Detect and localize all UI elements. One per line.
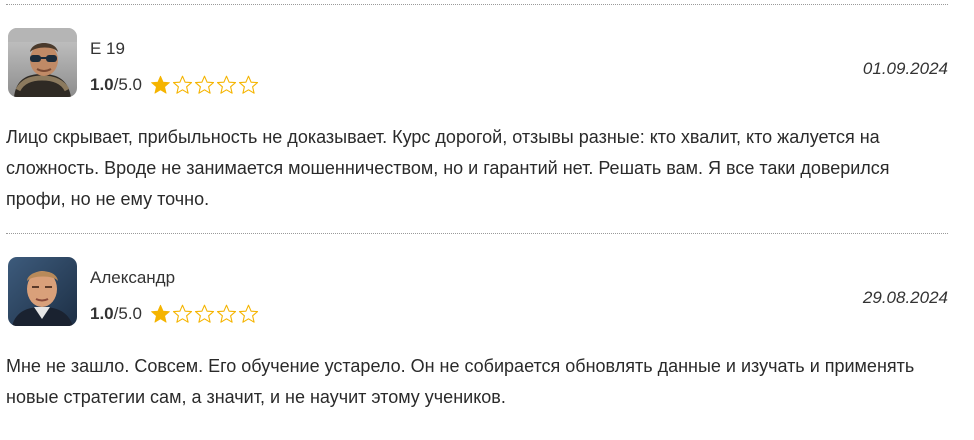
review-item: Александр 1.0/5.0 29.08.2024 Мне не зашл… bbox=[6, 233, 948, 434]
star-empty-icon bbox=[216, 75, 237, 94]
review-date: 01.09.2024 bbox=[862, 59, 948, 78]
user-photo-man-icon bbox=[8, 257, 77, 326]
rating: 1.0/5.0 bbox=[90, 75, 259, 95]
star-empty-icon bbox=[172, 304, 193, 323]
author-name: E 19 bbox=[90, 39, 125, 58]
author-name: Александр bbox=[90, 268, 176, 287]
star-empty-icon bbox=[238, 304, 259, 323]
star-empty-icon bbox=[194, 75, 215, 94]
star-filled-icon bbox=[151, 304, 170, 323]
star-rating bbox=[150, 75, 259, 95]
star-filled-icon bbox=[151, 75, 170, 94]
rating-max: /5.0 bbox=[113, 75, 142, 94]
star-empty-icon bbox=[216, 304, 237, 323]
reviews-list: E 19 1.0/5.0 01.09.2024 Лицо скрывает, п… bbox=[6, 0, 948, 434]
review-date: 29.08.2024 bbox=[862, 288, 948, 307]
star-rating bbox=[150, 304, 259, 324]
rating: 1.0/5.0 bbox=[90, 304, 259, 324]
star-empty-icon bbox=[172, 75, 193, 94]
rating-score: 1.0 bbox=[90, 304, 114, 323]
avatar bbox=[8, 257, 77, 326]
review-text: Лицо скрывает, прибыльность не доказывае… bbox=[6, 127, 890, 209]
review-item: E 19 1.0/5.0 01.09.2024 Лицо скрывает, п… bbox=[6, 4, 948, 233]
star-empty-icon bbox=[238, 75, 259, 94]
star-empty-icon bbox=[194, 304, 215, 323]
rating-score: 1.0 bbox=[90, 75, 114, 94]
avatar bbox=[8, 28, 77, 97]
user-photo-sunglasses-icon bbox=[8, 28, 77, 97]
review-text: Мне не зашло. Совсем. Его обучение устар… bbox=[6, 356, 915, 407]
rating-max: /5.0 bbox=[113, 304, 142, 323]
